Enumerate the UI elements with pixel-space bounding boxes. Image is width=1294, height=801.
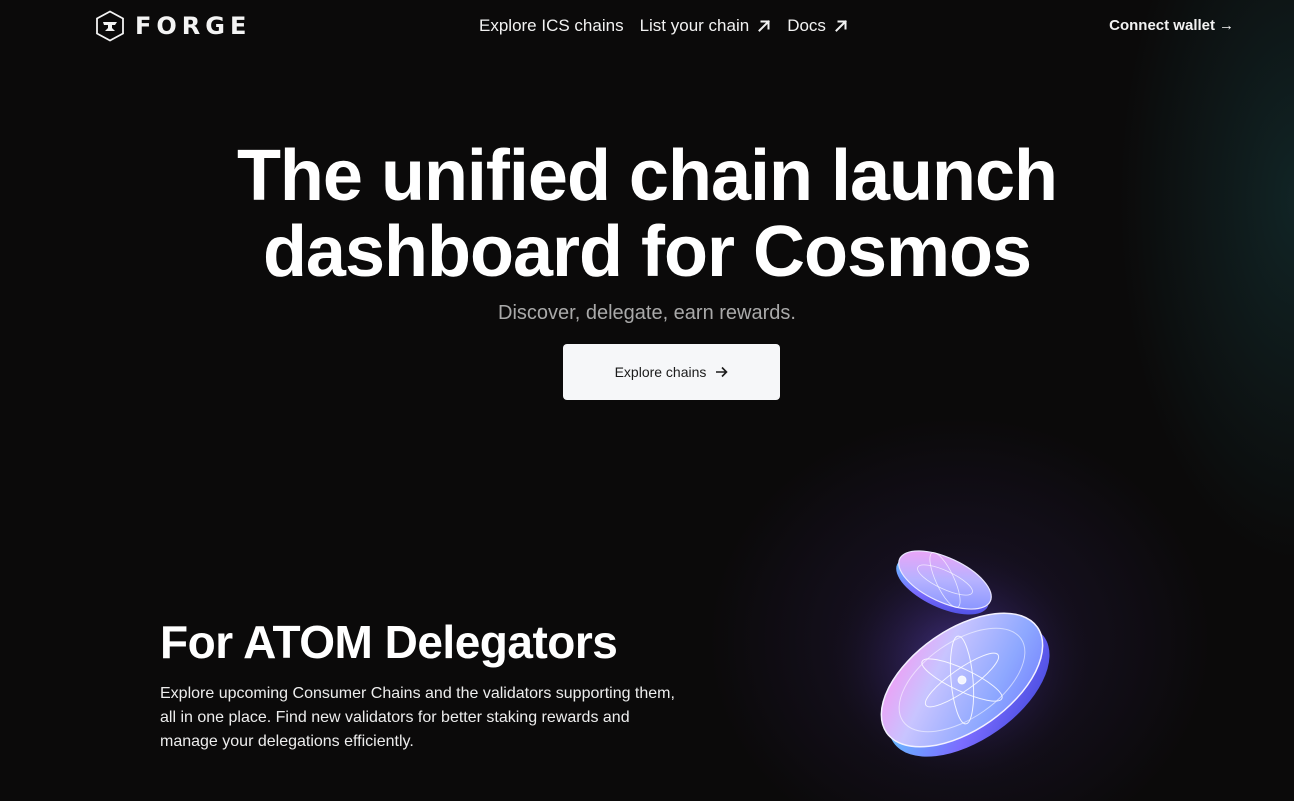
forge-logo-icon bbox=[96, 10, 124, 42]
arrow-up-right-icon bbox=[758, 20, 771, 32]
top-nav: FORGE Explore ICS chains List your chain… bbox=[0, 0, 1294, 52]
arrow-up-right-icon bbox=[835, 20, 847, 32]
connect-wallet-button[interactable]: Connect wallet → bbox=[1109, 17, 1234, 34]
hero-title: The unified chain launch dashboard for C… bbox=[0, 138, 1294, 290]
brand-logo[interactable]: FORGE bbox=[95, 10, 251, 42]
nav-link-label: List your chain bbox=[639, 16, 750, 35]
section-description: Explore upcoming Consumer Chains and the… bbox=[160, 685, 675, 750]
brand-name: FORGE bbox=[135, 12, 252, 40]
arrow-right-icon: → bbox=[1219, 17, 1234, 34]
explore-chains-label: Explore chains bbox=[614, 364, 707, 380]
arrow-right-icon bbox=[716, 366, 729, 378]
connect-wallet-label: Connect wallet bbox=[1109, 17, 1215, 34]
nav-link-list-your-chain[interactable]: List your chain bbox=[640, 16, 772, 36]
atom-coins-illustration bbox=[820, 520, 1100, 780]
hero-title-line-2: dashboard for Cosmos bbox=[262, 212, 1032, 292]
explore-chains-button[interactable]: Explore chains bbox=[563, 344, 780, 400]
nav-link-docs[interactable]: Docs bbox=[787, 16, 848, 36]
hero-title-line-1: The unified chain launch bbox=[236, 136, 1058, 216]
nav-link-label: Docs bbox=[787, 16, 826, 35]
hero-subtitle: Discover, delegate, earn rewards. bbox=[498, 302, 796, 324]
nav-link-label: Explore ICS chains bbox=[479, 16, 624, 35]
page: FORGE Explore ICS chains List your chain… bbox=[0, 0, 1294, 801]
nav-links: Explore ICS chains List your chain Docs bbox=[479, 16, 864, 36]
nav-link-explore-ics-chains[interactable]: Explore ICS chains bbox=[479, 16, 624, 36]
section-title: For ATOM Delegators bbox=[160, 616, 618, 668]
